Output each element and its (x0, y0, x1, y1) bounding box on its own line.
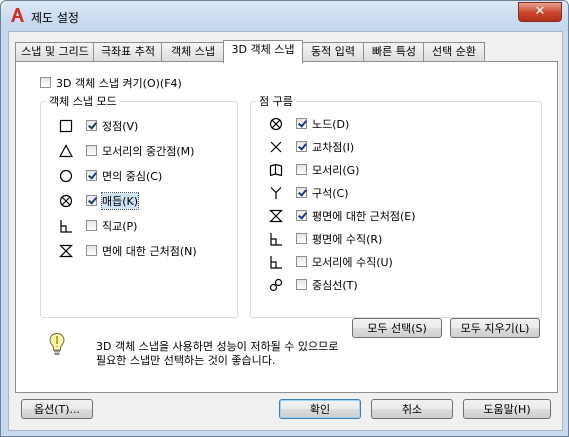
tab-object-snap[interactable]: 객체 스냅 (161, 42, 225, 62)
node-checkbox[interactable] (296, 118, 307, 129)
edge-icon (269, 163, 283, 177)
hourglass-icon (59, 244, 73, 258)
tab-3d-object-snap[interactable]: 3D 객체 스냅 (223, 40, 303, 63)
ok-button[interactable]: 확인 (279, 399, 361, 419)
node-icon (269, 117, 283, 131)
title-bar[interactable]: 제도 설정 ✕ (1, 1, 568, 31)
edge-midpoint-checkbox[interactable] (86, 145, 97, 156)
nearest-to-plane-checkbox[interactable] (296, 210, 307, 221)
perpendicular-to-plane-checkbox[interactable] (296, 233, 307, 244)
intersection-checkbox[interactable] (296, 141, 307, 152)
perpendicular-to-edge-checkbox[interactable] (296, 256, 307, 267)
edge-checkbox[interactable] (296, 164, 307, 175)
dialog-window: 제도 설정 ✕ 스냅 및 그리드 극좌표 추적 객체 스냅 3D 객체 스냅 동… (0, 0, 569, 437)
hint-line-2: 필요한 스냅만 선택하는 것이 좋습니다. (96, 354, 276, 367)
knot-label[interactable]: 매듭(K) (100, 192, 140, 210)
perpendicular-icon (60, 220, 72, 233)
autocad-logo-icon (11, 8, 24, 22)
lightbulb-icon (49, 332, 65, 355)
cancel-button[interactable]: 취소 (371, 399, 453, 419)
tab-dynamic-input[interactable]: 동적 입력 (301, 42, 365, 62)
perpendicular-to-edge-label[interactable]: 모서리에 수직(U) (312, 254, 393, 270)
perpendicular-to-plane-label[interactable]: 평면에 수직(R) (312, 231, 382, 247)
square-icon (59, 119, 73, 133)
enable-3d-osnap-checkbox[interactable] (40, 77, 51, 88)
clear-all-button[interactable]: 모두 지우기(L) (450, 318, 540, 338)
face-center-checkbox[interactable] (86, 170, 97, 181)
knot-icon (59, 194, 73, 208)
perpendicular-checkbox[interactable] (86, 220, 97, 231)
nearest-to-plane-label[interactable]: 평면에 대한 근처점(E) (312, 208, 416, 224)
nearest-to-face-checkbox[interactable] (86, 245, 97, 256)
vertex-checkbox[interactable] (86, 120, 97, 131)
tab-polar-tracking[interactable]: 극좌표 추적 (93, 42, 163, 62)
hint-line-1: 3D 객체 스냅을 사용하면 성능이 저하될 수 있으므로 (96, 340, 339, 353)
help-button[interactable]: 도움말(H) (463, 399, 551, 419)
close-button[interactable]: ✕ (518, 2, 562, 22)
face-center-label[interactable]: 면의 중심(C) (102, 168, 162, 184)
perpendicular-icon (270, 256, 282, 269)
tab-panel: 3D 객체 스냅 켜기(O)(F4) 객체 스냅 모드 정점(V) 모서리의 중… (15, 61, 558, 393)
options-button[interactable]: 옵션(T)... (21, 399, 93, 419)
node-label[interactable]: 노드(D) (312, 116, 349, 132)
circle-icon (59, 169, 73, 183)
knot-checkbox[interactable] (86, 195, 97, 206)
centerline-icon (269, 278, 283, 292)
corner-icon (270, 187, 282, 199)
hourglass-icon (269, 209, 283, 223)
vertex-label[interactable]: 정점(V) (102, 118, 138, 134)
corner-label[interactable]: 구석(C) (312, 185, 349, 201)
select-all-button[interactable]: 모두 선택(S) (352, 318, 442, 338)
enable-3d-osnap-label[interactable]: 3D 객체 스냅 켜기(O)(F4) (56, 75, 182, 91)
point-cloud-title: 점 구름 (256, 93, 296, 109)
corner-checkbox[interactable] (296, 187, 307, 198)
edge-midpoint-label[interactable]: 모서리의 중간점(M) (102, 143, 194, 159)
window-title: 제도 설정 (31, 11, 79, 25)
perpendicular-icon (270, 233, 282, 246)
object-snap-modes-group (40, 101, 238, 318)
tab-quick-properties[interactable]: 빠른 특성 (363, 42, 425, 62)
dialog-body: 스냅 및 그리드 극좌표 추적 객체 스냅 3D 객체 스냅 동적 입력 빠른 … (8, 31, 563, 431)
nearest-to-face-label[interactable]: 면에 대한 근처점(N) (102, 243, 197, 259)
object-snap-modes-title: 객체 스냅 모드 (46, 93, 120, 109)
triangle-icon (59, 144, 73, 158)
centerline-checkbox[interactable] (296, 279, 307, 290)
intersection-label[interactable]: 교차점(I) (312, 139, 354, 155)
intersection-icon (270, 141, 282, 153)
tab-snap-grid[interactable]: 스냅 및 그리드 (15, 42, 95, 62)
tab-selection-cycling[interactable]: 선택 순환 (423, 42, 485, 62)
edge-label[interactable]: 모서리(G) (312, 162, 359, 178)
perpendicular-label[interactable]: 직교(P) (102, 218, 137, 234)
centerline-label[interactable]: 중심선(T) (312, 277, 358, 293)
